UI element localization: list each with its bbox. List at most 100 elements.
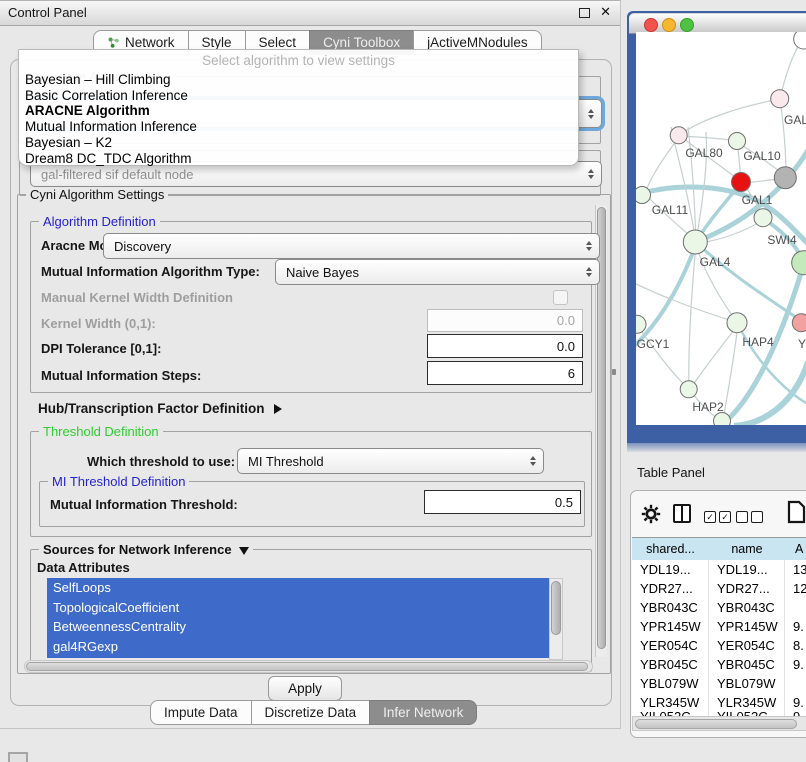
node-label-hap4: HAP4 xyxy=(742,335,774,349)
column-header-shared[interactable]: shared... xyxy=(632,537,710,561)
cell[interactable]: YBR043C xyxy=(632,598,709,617)
table-horizontal-scrollbar[interactable] xyxy=(632,716,806,731)
node-gal1-red[interactable] xyxy=(732,173,751,192)
mi-algorithm-type-combo[interactable]: Naive Bayes xyxy=(275,259,600,285)
list-item[interactable]: BetweennessCentrality xyxy=(47,617,561,637)
tab-infer-network[interactable]: Infer Network xyxy=(369,700,477,725)
node-gcy1[interactable] xyxy=(636,315,646,333)
cell[interactable]: YDL19... xyxy=(632,560,709,579)
tab-discretize-data[interactable]: Discretize Data xyxy=(251,700,371,725)
dropdown-item-mutual-information[interactable]: Mutual Information Inference xyxy=(19,119,578,135)
dropdown-item-aracne[interactable]: ARACNE Algorithm xyxy=(19,103,578,119)
cell[interactable]: YLR345W xyxy=(632,693,709,712)
column-header-partial[interactable]: A xyxy=(785,537,806,561)
control-panel-title: Control Panel xyxy=(8,5,87,20)
tab-impute-data[interactable]: Impute Data xyxy=(150,700,252,725)
node-hap4[interactable] xyxy=(727,313,747,333)
node-partial-top[interactable] xyxy=(794,32,806,49)
node-gray[interactable] xyxy=(774,167,796,189)
cell[interactable]: YER054C xyxy=(632,636,709,655)
dropdown-item-dream8[interactable]: Dream8 DC_TDC Algorithm xyxy=(19,151,578,167)
node-gal4[interactable] xyxy=(683,230,707,254)
list-item[interactable]: SelfLoops xyxy=(47,578,561,598)
settings-horizontal-scrollbar[interactable] xyxy=(24,660,593,673)
cell[interactable]: YLR345W xyxy=(709,693,785,712)
combo-arrows-icon xyxy=(530,456,536,466)
node-swi4[interactable] xyxy=(754,209,772,227)
node-gal80[interactable] xyxy=(670,127,687,144)
cell[interactable]: YBR045C xyxy=(709,655,785,674)
sources-group-title[interactable]: Sources for Network Inference xyxy=(39,542,253,557)
cell[interactable]: 9. xyxy=(785,617,806,636)
manual-kernel-width-checkbox[interactable] xyxy=(553,290,568,305)
data-attributes-list[interactable]: SelfLoops TopologicalCoefficient Between… xyxy=(47,578,561,658)
zoom-traffic-light-icon[interactable] xyxy=(680,18,694,32)
which-threshold-combo[interactable]: MI Threshold xyxy=(237,448,544,474)
cell[interactable]: 12 xyxy=(785,579,806,598)
cyni-algorithm-settings-title: Cyni Algorithm Settings xyxy=(26,187,168,202)
column-header-partial-label: A xyxy=(795,542,803,556)
columns-icon[interactable] xyxy=(673,504,691,523)
deselect-all-icon-2[interactable] xyxy=(751,511,763,523)
cell[interactable] xyxy=(785,598,806,617)
panel-resize-handle[interactable] xyxy=(612,369,616,375)
cell[interactable]: 13 xyxy=(785,560,806,579)
apply-button[interactable]: Apply xyxy=(268,676,342,701)
kernel-width-field[interactable]: 0.0 xyxy=(427,309,583,332)
aracne-mode-combo[interactable]: Discovery xyxy=(103,233,600,259)
minimize-traffic-light-icon[interactable] xyxy=(662,18,676,32)
cell[interactable]: 8. xyxy=(785,636,806,655)
column-header-name[interactable]: name xyxy=(709,537,786,561)
select-all-icon-2[interactable]: ✓ xyxy=(719,511,731,523)
select-all-icon[interactable]: ✓ xyxy=(704,511,716,523)
close-traffic-light-icon[interactable] xyxy=(644,18,658,32)
node-gal-partial[interactable] xyxy=(771,90,789,108)
list-item[interactable]: TopologicalCoefficient xyxy=(47,598,561,618)
close-icon[interactable]: ✕ xyxy=(600,4,611,20)
attributes-vertical-scrollbar[interactable] xyxy=(549,578,563,660)
network-icon xyxy=(107,36,120,49)
dropdown-item-basic-correlation[interactable]: Basic Correlation Inference xyxy=(19,88,578,104)
new-table-icon[interactable] xyxy=(787,500,806,524)
cell[interactable]: YBL079W xyxy=(632,674,709,693)
dpi-tolerance-field[interactable]: 0.0 xyxy=(427,334,583,358)
cell[interactable]: YBR043C xyxy=(709,598,785,617)
cell[interactable]: 9. xyxy=(785,655,806,674)
network-canvas[interactable]: GAL GAL80 GAL10 GAL1 GAL11 SWI4 GAL4 GCY… xyxy=(636,32,806,425)
node-partial-right[interactable] xyxy=(792,251,806,275)
cell[interactable]: YPR145W xyxy=(632,617,709,636)
node-partial-bottom[interactable] xyxy=(714,413,731,426)
gear-icon[interactable] xyxy=(641,504,661,524)
combo-arrows-icon xyxy=(588,109,594,119)
settings-hscroll-thumb[interactable] xyxy=(26,662,588,671)
which-threshold-label: Which threshold to use: xyxy=(87,454,235,469)
control-panel-titlebar[interactable]: Control Panel ✕ xyxy=(0,1,620,26)
node-gal10[interactable] xyxy=(729,133,746,150)
network-window-titlebar[interactable] xyxy=(629,13,806,34)
node-y-partial[interactable] xyxy=(792,314,806,332)
cell[interactable]: YPR145W xyxy=(709,617,785,636)
node-hap2[interactable] xyxy=(680,381,697,398)
cell[interactable]: YDR27... xyxy=(632,579,709,598)
cell[interactable]: YER054C xyxy=(709,636,785,655)
mi-threshold-field[interactable]: 0.5 xyxy=(424,490,581,514)
cell[interactable] xyxy=(785,674,806,693)
edge xyxy=(723,325,738,420)
dropdown-item-bayesian-k2[interactable]: Bayesian – K2 xyxy=(19,135,578,151)
node-gal11[interactable] xyxy=(636,187,651,204)
cell[interactable]: YDL19... xyxy=(709,560,785,579)
list-item[interactable]: gal4RGexp xyxy=(47,637,561,657)
float-window-icon[interactable] xyxy=(579,8,590,18)
cell[interactable]: YDR27... xyxy=(709,579,785,598)
apply-button-label: Apply xyxy=(288,681,322,696)
attributes-vscroll-thumb[interactable] xyxy=(551,581,561,635)
cell[interactable]: YBR045C xyxy=(632,655,709,674)
cell[interactable]: YBL079W xyxy=(709,674,785,693)
mi-steps-field[interactable]: 6 xyxy=(427,361,583,385)
hub-definition-toggle[interactable]: Hub/Transcription Factor Definition xyxy=(38,401,282,416)
deselect-all-icon[interactable] xyxy=(736,511,748,523)
table-hscroll-thumb[interactable] xyxy=(635,719,797,729)
dropdown-item-bayesian-hill-climbing[interactable]: Bayesian – Hill Climbing xyxy=(19,72,578,88)
cell[interactable]: 9. xyxy=(785,693,806,712)
dropdown-prompt: Select algorithm to view settings xyxy=(19,53,578,72)
